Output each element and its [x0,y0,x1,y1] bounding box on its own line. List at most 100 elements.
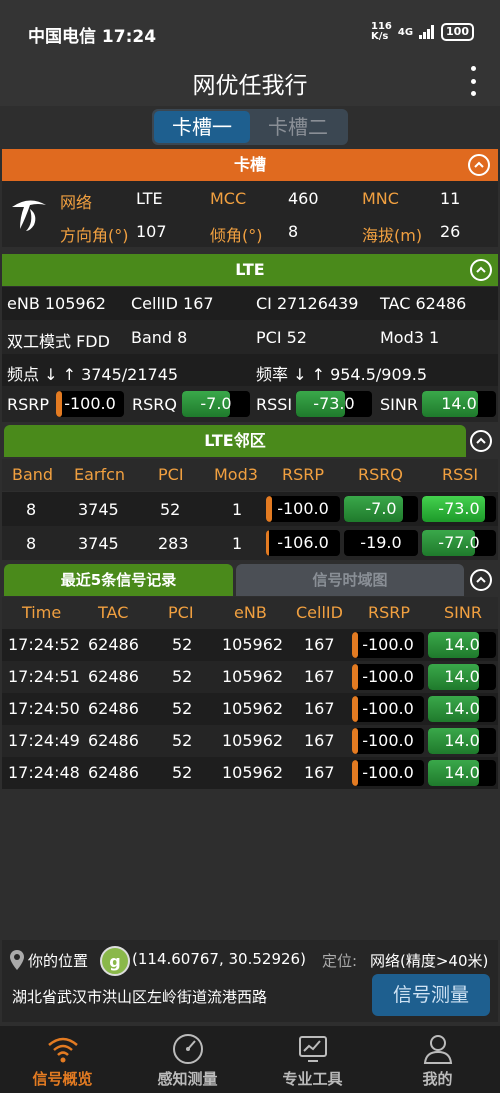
rsrp-meter: -100.0 [352,664,424,690]
rssi-value: -77.0 [438,533,480,552]
pci-cell: 283 [158,534,189,553]
tac: TAC 62486 [380,294,467,313]
nav-label: 信号概览 [32,1070,93,1088]
collapse-icon[interactable] [470,569,492,591]
nav-pro-tools[interactable]: 专业工具 [250,1026,375,1093]
china-telecom-logo-icon [12,200,46,231]
col-pci: PCI [168,603,194,622]
sinr-meter: 14.0 [422,391,496,417]
rsrq-meter: -7.0 [182,391,250,417]
monitor-chart-icon [298,1036,327,1062]
enb-cell: 105962 [222,731,284,750]
earfcn-cell: 3745 [78,500,119,519]
band: Band 8 [131,328,188,347]
rsrp-meter: -106.0 [266,530,340,556]
sinr-value: 14.0 [444,731,480,750]
table-row: 17:24:52 62486 52 105962 167 -100.0 14.0 [2,629,498,661]
network-type: 4G [397,26,414,38]
tab-time-domain[interactable]: 信号时域图 [236,564,464,596]
tab-recent-records[interactable]: 最近5条信号记录 [4,564,233,596]
frequency: 频率 ↓ ↑ 954.5/909.5 [256,365,428,384]
sinr-meter: 14.0 [428,760,496,786]
earfcn: 频点 ↓ ↑ 3745/21745 [7,365,179,384]
sinr-meter: 14.0 [428,632,496,658]
sinr-value: 14.0 [444,699,480,718]
col-earfcn: Earfcn [74,465,126,484]
neighbor-section-header[interactable]: LTE邻区 [2,425,498,457]
cellid-cell: 167 [304,635,335,654]
tab-slot-1[interactable]: 卡槽一 [154,111,250,143]
enb-cell: 105962 [222,667,284,686]
band-cell: 8 [26,534,37,553]
battery-icon: 100 [441,23,474,41]
sinr-meter: 14.0 [428,696,496,722]
table-row: 8 3745 283 1 -106.0 -19.0 -77.0 [2,526,498,560]
rsrp-meter: -100.0 [352,696,424,722]
lte-section-header[interactable]: LTE [2,254,498,286]
sinr-value: 14.0 [441,394,477,413]
col-pci: PCI [158,465,184,484]
gauge-icon [172,1034,203,1064]
card-info: 网络 LTE MCC 460 MNC 11 方向角(°) 107 倾角(°) 8… [2,181,498,247]
collapse-icon[interactable] [468,154,490,176]
sinr-meter: 14.0 [428,728,496,754]
nav-label: 我的 [422,1070,453,1088]
tac-cell: 62486 [88,731,139,750]
rssi-value: -73.0 [438,499,480,518]
address: 湖北省武汉市洪山区左岭街道流港西路 [12,988,268,1006]
google-maps-icon[interactable]: g [100,946,130,976]
pci-cell: 52 [172,731,193,750]
app-bar: 网优任我行 [0,64,500,106]
rsrq-value: -19.0 [360,533,402,552]
mcc-value: 460 [288,189,319,208]
azimuth-label: 方向角(°) [60,226,129,245]
rsrp-meter: -100.0 [266,496,340,522]
neighbor-section-title: LTE邻区 [4,425,466,457]
azimuth-value: 107 [136,222,167,241]
nav-perception-measure[interactable]: 感知测量 [125,1026,250,1093]
status-bar: 中国电信 17:24 116 K/s 4G 100 [0,0,500,64]
mod3-cell: 1 [232,500,243,519]
pci-cell: 52 [172,763,193,782]
rsrp-value: -100.0 [362,699,414,718]
rsrp-meter: -100.0 [352,760,424,786]
tac-cell: 62486 [88,635,139,654]
rsrp-meter: -100.0 [56,391,124,417]
rssi-meter: -77.0 [422,530,496,556]
location-label: 你的位置 [28,952,89,970]
collapse-icon[interactable] [470,430,492,452]
nav-mine[interactable]: 我的 [375,1026,500,1093]
rsrp-value: -100.0 [362,763,414,782]
time-cell: 17:24:51 [8,667,80,686]
tac-cell: 62486 [88,667,139,686]
rsrp-value: -100.0 [362,635,414,654]
tac-cell: 62486 [88,763,139,782]
card-section-header[interactable]: 卡槽 [2,149,498,181]
table-row: 17:24:48 62486 52 105962 167 -100.0 14.0 [2,757,498,789]
rsrq-meter: -7.0 [344,496,418,522]
tilt-label: 倾角(°) [210,226,263,245]
table-row: 17:24:49 62486 52 105962 167 -100.0 14.0 [2,725,498,757]
sinr-meter: 14.0 [428,664,496,690]
tac-cell: 62486 [88,699,139,718]
pci: PCI 52 [256,328,307,347]
coordinates: (114.60767, 30.52926) [132,950,306,968]
time-cell: 17:24:50 [8,699,80,718]
table-row: 17:24:51 62486 52 105962 167 -100.0 14.0 [2,661,498,693]
enb-cell: 105962 [222,763,284,782]
status-icons: 116 K/s 4G 100 [371,22,474,42]
rsrp-value: -106.0 [277,533,329,552]
altitude-value: 26 [440,222,461,241]
nav-signal-overview[interactable]: 信号概览 [0,1026,125,1093]
tab-slot-2[interactable]: 卡槽二 [250,111,346,143]
wifi-signal-icon [47,1037,78,1063]
col-mod3: Mod3 [214,465,258,484]
lte-row-signal: RSRP -100.0 RSRQ -7.0 RSSI -73.0 SINR 14… [2,386,498,422]
nav-label: 专业工具 [282,1070,343,1088]
more-menu-icon[interactable] [468,66,478,96]
rsrp-meter: -100.0 [352,632,424,658]
signal-measure-button[interactable]: 信号测量 [372,974,490,1016]
collapse-icon[interactable] [470,259,492,281]
app-title: 网优任我行 [192,73,308,99]
mcc-label: MCC [210,189,247,208]
